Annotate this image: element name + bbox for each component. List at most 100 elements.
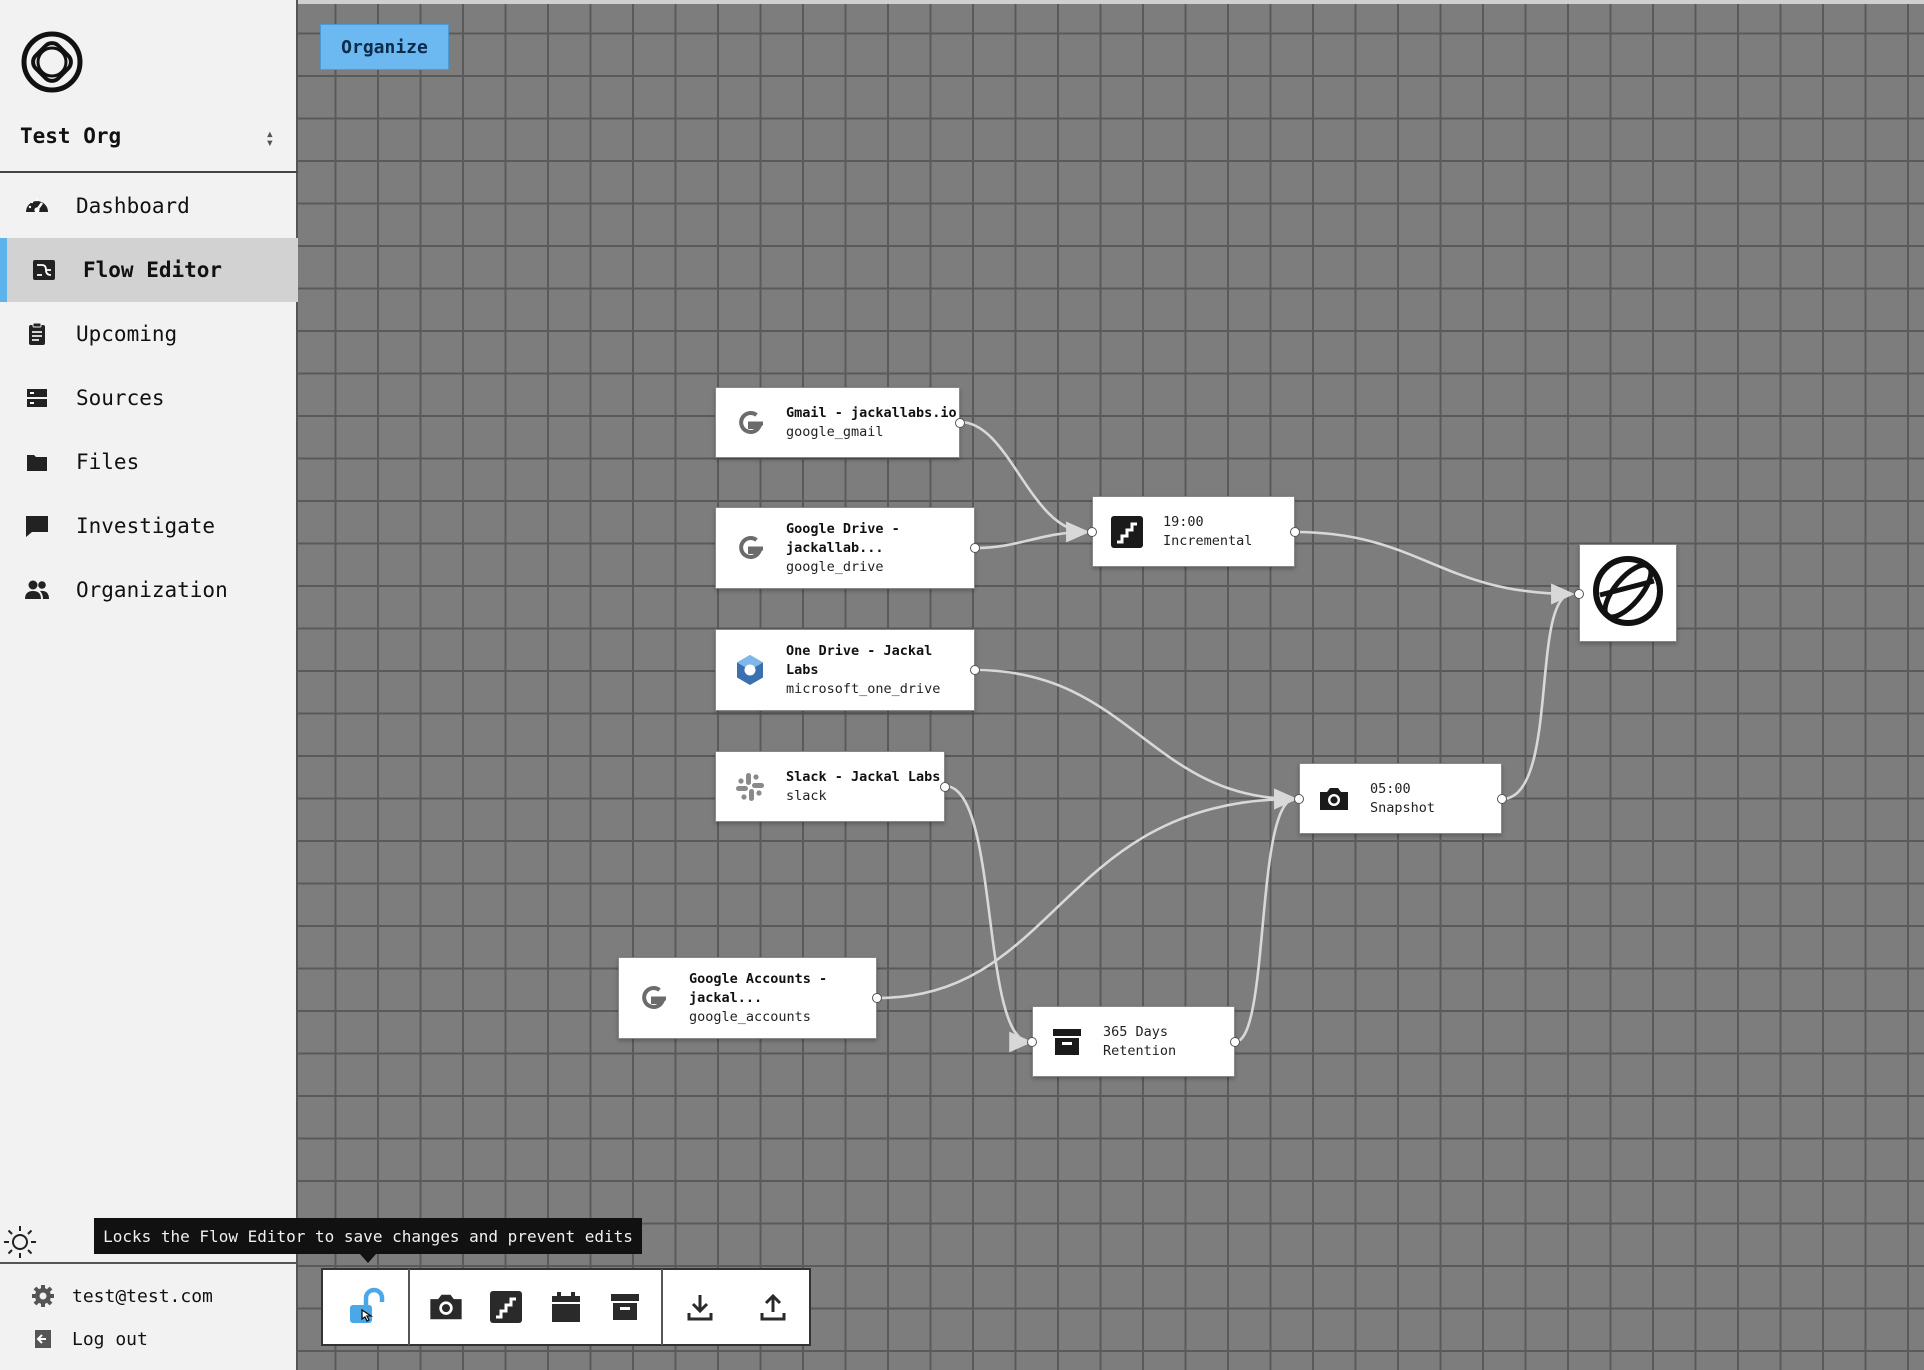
output-port[interactable]: [970, 543, 980, 553]
archive-box-icon: [611, 1294, 640, 1320]
upload-icon: [760, 1293, 786, 1321]
app-logo-icon[interactable]: [20, 30, 84, 94]
camera-icon: [430, 1294, 462, 1320]
node-text: One Drive - Jackal Labs microsoft_one_dr…: [786, 642, 940, 699]
node-google-drive-source[interactable]: Google Drive - jackallab... google_drive: [715, 507, 980, 589]
sidebar-item-flow-editor[interactable]: Flow Editor: [0, 238, 298, 302]
node-incremental-backup[interactable]: 19:00 Incremental: [1087, 496, 1300, 567]
lock-tooltip: Locks the Flow Editor to save changes an…: [94, 1218, 642, 1254]
stairs-icon: [1107, 512, 1147, 552]
archive-box-icon: [1047, 1022, 1087, 1062]
upload-button[interactable]: [747, 1281, 799, 1333]
sidebar-item-files[interactable]: Files: [0, 430, 298, 494]
input-port[interactable]: [1294, 794, 1304, 804]
node-label: Snapshot: [1370, 799, 1436, 816]
node-title: Gmail - jackallabs.io: [786, 404, 957, 421]
node-text: Google Accounts - jackal... google_accou…: [689, 970, 827, 1027]
theme-toggle-sun-icon[interactable]: [2, 1224, 38, 1260]
input-port[interactable]: [1574, 589, 1584, 599]
node-title: Slack - Jackal Labs: [786, 768, 941, 785]
sidebar-item-sources[interactable]: Sources: [0, 366, 298, 430]
account-settings-link[interactable]: test@test.com: [30, 1281, 213, 1311]
output-port[interactable]: [1497, 794, 1507, 804]
sidebar-item-label: Organization: [76, 578, 228, 602]
node-subtitle: microsoft_one_drive: [786, 680, 941, 697]
node-onedrive-source[interactable]: One Drive - Jackal Labs microsoft_one_dr…: [715, 629, 980, 711]
sidebar: Test Org ▴ ▾ Dashboard Flow Editor Upcomi…: [0, 0, 298, 1370]
node-gmail-source[interactable]: Gmail - jackallabs.io google_gmail: [715, 387, 965, 458]
node-subtitle: google_drive: [786, 558, 884, 575]
node-title-line-2: Labs: [786, 661, 819, 678]
logout-label: Log out: [72, 1328, 148, 1350]
flow-editor-icon: [29, 255, 59, 285]
toolbar-io-group: [663, 1281, 809, 1333]
sidebar-item-investigate[interactable]: Investigate: [0, 494, 298, 558]
google-icon: [633, 978, 673, 1018]
add-schedule-button[interactable]: [540, 1281, 592, 1333]
sidebar-item-upcoming[interactable]: Upcoming: [0, 302, 298, 366]
node-slack-source[interactable]: Slack - Jackal Labs slack: [715, 751, 950, 822]
output-port[interactable]: [1290, 527, 1300, 537]
output-port[interactable]: [872, 993, 882, 1003]
output-port[interactable]: [955, 418, 965, 428]
node-text: 365 Days Retention: [1103, 1023, 1176, 1061]
toolbar-lock-group: [323, 1281, 408, 1333]
add-incremental-button[interactable]: [480, 1281, 532, 1333]
camera-icon: [1314, 779, 1354, 819]
organize-button[interactable]: Organize: [320, 24, 449, 70]
node-google-accounts-source[interactable]: Google Accounts - jackal... google_accou…: [618, 957, 882, 1039]
globe-icon: [1590, 553, 1666, 633]
output-port[interactable]: [970, 665, 980, 675]
sidebar-item-label: Flow Editor: [83, 258, 223, 282]
clipboard-icon: [22, 319, 52, 349]
sidebar-item-dashboard[interactable]: Dashboard: [0, 174, 298, 238]
node-subtitle: google_accounts: [689, 1008, 811, 1025]
node-retention-policy[interactable]: 365 Days Retention: [1027, 1006, 1240, 1077]
sidebar-item-label: Investigate: [76, 514, 216, 538]
download-button[interactable]: [674, 1281, 726, 1333]
flow-canvas[interactable]: [298, 0, 1924, 1370]
add-retention-button[interactable]: [599, 1281, 651, 1333]
node-subtitle: google_gmail: [786, 423, 884, 440]
sidebar-item-label: Files: [76, 450, 140, 474]
account-email: test@test.com: [72, 1285, 213, 1307]
slack-icon: [730, 767, 770, 807]
node-text: Gmail - jackallabs.io google_gmail: [786, 404, 957, 442]
sidebar-item-organization[interactable]: Organization: [0, 558, 298, 622]
input-port[interactable]: [1087, 527, 1097, 537]
dashboard-gauge-icon: [22, 191, 52, 221]
unlock-button[interactable]: [340, 1281, 392, 1333]
unlock-icon: [349, 1287, 384, 1323]
org-selector[interactable]: Test Org ▴ ▾: [20, 124, 278, 158]
sidebar-divider: [0, 171, 298, 173]
add-snapshot-button[interactable]: [420, 1281, 472, 1333]
server-icon: [22, 383, 52, 413]
logout-icon: [30, 1326, 56, 1352]
sidebar-bottom-divider: [0, 1262, 298, 1264]
logout-button[interactable]: Log out: [30, 1324, 148, 1354]
chat-bubble-icon: [22, 511, 52, 541]
node-subtitle: slack: [786, 787, 827, 804]
sidebar-nav: Dashboard Flow Editor Upcoming Sources F…: [0, 174, 298, 622]
output-port[interactable]: [1230, 1037, 1240, 1047]
sidebar-item-label: Sources: [76, 386, 165, 410]
node-snapshot-backup[interactable]: 05:00 Snapshot: [1294, 763, 1507, 834]
calendar-icon: [551, 1292, 580, 1322]
gear-icon: [30, 1283, 56, 1309]
node-destination[interactable]: [1574, 544, 1677, 642]
flow-toolbar: [321, 1268, 811, 1346]
node-text: Google Drive - jackallab... google_drive: [786, 520, 900, 577]
sidebar-item-label: Upcoming: [76, 322, 178, 346]
up-down-caret-icon: ▴ ▾: [265, 126, 274, 151]
download-icon: [687, 1295, 713, 1321]
org-name: Test Org: [20, 124, 122, 148]
node-title-line-1: Google Drive -: [786, 520, 900, 537]
microsoft-onedrive-icon: [730, 650, 770, 690]
node-title-line-2: jackallab...: [786, 539, 884, 556]
node-time: 19:00: [1163, 513, 1204, 530]
output-port[interactable]: [940, 782, 950, 792]
input-port[interactable]: [1027, 1037, 1037, 1047]
node-text: Slack - Jackal Labs slack: [786, 768, 940, 806]
toolbar-node-group: [410, 1281, 661, 1333]
people-icon: [22, 575, 52, 605]
